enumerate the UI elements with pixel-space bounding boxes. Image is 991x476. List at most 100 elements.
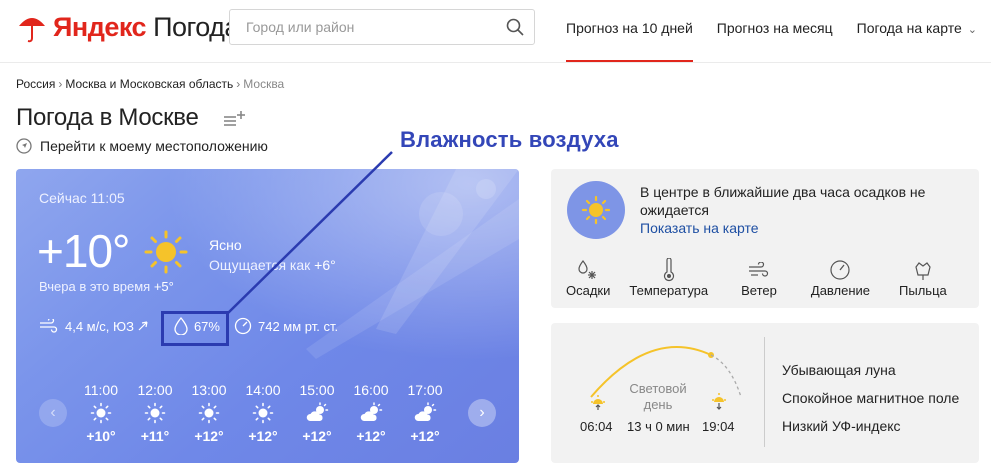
hourly-item: 13:00 +12° <box>182 382 236 444</box>
breadcrumb-region[interactable]: Москва и Московская область <box>65 77 233 91</box>
pressure: 742 мм рт. ст. <box>234 317 338 335</box>
nav-10-days[interactable]: Прогноз на 10 дней <box>566 20 693 62</box>
sun-icon <box>144 402 166 424</box>
search-box <box>229 9 535 45</box>
wind-direction-icon <box>138 321 148 331</box>
quick-pollen[interactable]: Пыльца <box>899 257 947 298</box>
wind: 4,4 м/с, ЮЗ <box>39 319 154 334</box>
now-label: Сейчас 11:05 <box>39 190 125 206</box>
logo-text: Яндекс Погода <box>53 12 239 43</box>
nav-map[interactable]: Погода на карте ⌄ <box>857 20 977 36</box>
umbrella-logo-icon <box>19 18 45 43</box>
daylight-label: Световой день <box>618 381 698 413</box>
hourly-item: 15:00 +12° <box>290 382 344 444</box>
feels-like: Ощущается как +6° <box>209 257 336 273</box>
search-icon[interactable] <box>506 18 524 36</box>
quick-temperature[interactable]: Температура <box>629 257 708 298</box>
quick-wind[interactable]: Ветер <box>741 257 777 298</box>
breadcrumb-separator: › <box>236 77 241 91</box>
current-temperature: +10° <box>37 225 130 277</box>
feels-like-value: +6° <box>314 257 336 273</box>
hourly-time: 13:00 <box>191 382 227 398</box>
nav-month[interactable]: Прогноз на месяц <box>717 20 833 36</box>
hourly-temp: +12° <box>302 428 332 444</box>
nowcast-sun-icon <box>567 181 625 239</box>
humidity-highlight-box <box>161 311 229 346</box>
sun-icon <box>198 402 220 424</box>
logo[interactable]: Яндекс Погода <box>17 10 239 44</box>
pollen-icon <box>915 262 931 280</box>
sunset-icon <box>712 393 726 410</box>
precipitation-icon <box>578 260 597 279</box>
annotation-label: Влажность воздуха <box>400 127 619 152</box>
map-layer-links: Осадки Температура Ветер Давление Пыльца <box>551 257 979 298</box>
panel-divider <box>764 337 765 447</box>
daylight-label-line-1: Световой <box>629 381 687 396</box>
pressure-gauge-icon <box>234 317 252 335</box>
locate-label: Перейти к моему местоположению <box>40 138 268 154</box>
locate-link[interactable]: Перейти к моему местоположению <box>16 138 268 154</box>
hourly-icon <box>128 400 182 426</box>
quick-precipitation-label: Осадки <box>566 283 611 298</box>
add-to-list-icon[interactable] <box>222 110 246 130</box>
precipitation-panel: В центре в ближайшие два часа осадков не… <box>551 169 979 308</box>
hourly-prev-button[interactable]: ‹ <box>39 399 67 427</box>
breadcrumb-russia[interactable]: Россия <box>16 77 55 91</box>
feels-like-label: Ощущается как <box>209 257 311 273</box>
hourly-item: 16:00 +12° <box>344 382 398 444</box>
wind-value: 4,4 м/с, ЮЗ <box>65 318 134 334</box>
partly-cloudy-icon <box>414 402 437 421</box>
current-weather-card: Сейчас 11:05 +10° Ясно Ощущается как +6°… <box>16 169 519 463</box>
partly-cloudy-icon <box>306 402 329 421</box>
location-arrow-icon <box>16 138 32 154</box>
hourly-forecast: 11:00 +10° 12:00 +11° 13:00 +12° 14:00 +12° 15:0… <box>74 382 452 444</box>
hourly-temp: +12° <box>410 428 440 444</box>
yesterday: Вчера в это время +5° <box>39 279 174 294</box>
breadcrumb-separator: › <box>58 77 63 91</box>
hourly-time: 14:00 <box>245 382 281 398</box>
gauge-icon <box>830 260 851 280</box>
hourly-item: 14:00 +12° <box>236 382 290 444</box>
daylight-label-line-2: день <box>643 397 673 412</box>
sun-icon <box>90 402 112 424</box>
quick-pressure[interactable]: Давление <box>811 257 870 298</box>
hourly-temp: +12° <box>248 428 278 444</box>
yesterday-label: Вчера в это время <box>39 279 151 294</box>
breadcrumb-current: Москва <box>243 77 285 91</box>
magnetic-field: Спокойное магнитное поле <box>782 390 960 406</box>
logo-product: Погода <box>153 11 239 42</box>
wind-icon <box>40 319 58 333</box>
quick-pressure-label: Давление <box>810 283 871 298</box>
search-input[interactable] <box>246 10 506 44</box>
yesterday-value: +5° <box>153 279 174 294</box>
hourly-icon <box>398 400 452 426</box>
condition: Ясно <box>209 237 242 253</box>
sun-icon <box>144 230 188 274</box>
hourly-next-button[interactable]: › <box>468 399 496 427</box>
hourly-time: 11:00 <box>84 382 118 398</box>
hourly-temp: +12° <box>194 428 224 444</box>
uv-index: Низкий УФ-индекс <box>782 418 901 434</box>
page-title: Погода в Москве <box>16 104 199 131</box>
quick-precipitation[interactable]: Осадки <box>566 257 610 298</box>
hourly-time: 17:00 <box>407 382 443 398</box>
hourly-item: 11:00 +10° <box>74 382 128 444</box>
partly-cloudy-icon <box>360 402 383 421</box>
sunrise-time: 06:04 <box>580 419 613 434</box>
hourly-icon <box>344 400 398 426</box>
quick-temperature-label: Температура <box>629 283 709 298</box>
hourly-icon <box>236 400 290 426</box>
hourly-temp: +11° <box>140 428 170 444</box>
hourly-icon <box>182 400 236 426</box>
nav-map-label: Погода на карте <box>856 20 962 36</box>
hourly-temp: +10° <box>86 428 116 444</box>
thermometer-icon <box>663 258 674 282</box>
day-facts: Убывающая луна Спокойное магнитное поле … <box>782 356 959 440</box>
daylight-panel: Световой день 06:04 13 ч 0 мин 19:04 Убыв… <box>551 323 979 463</box>
header: Яндекс Погода Прогноз на 10 дней Прогноз… <box>0 0 991 62</box>
quick-pollen-label: Пыльца <box>899 283 947 298</box>
hourly-time: 15:00 <box>299 382 335 398</box>
show-on-map-link[interactable]: Показать на карте <box>640 220 759 236</box>
hourly-time: 16:00 <box>353 382 389 398</box>
hourly-time: 12:00 <box>137 382 173 398</box>
